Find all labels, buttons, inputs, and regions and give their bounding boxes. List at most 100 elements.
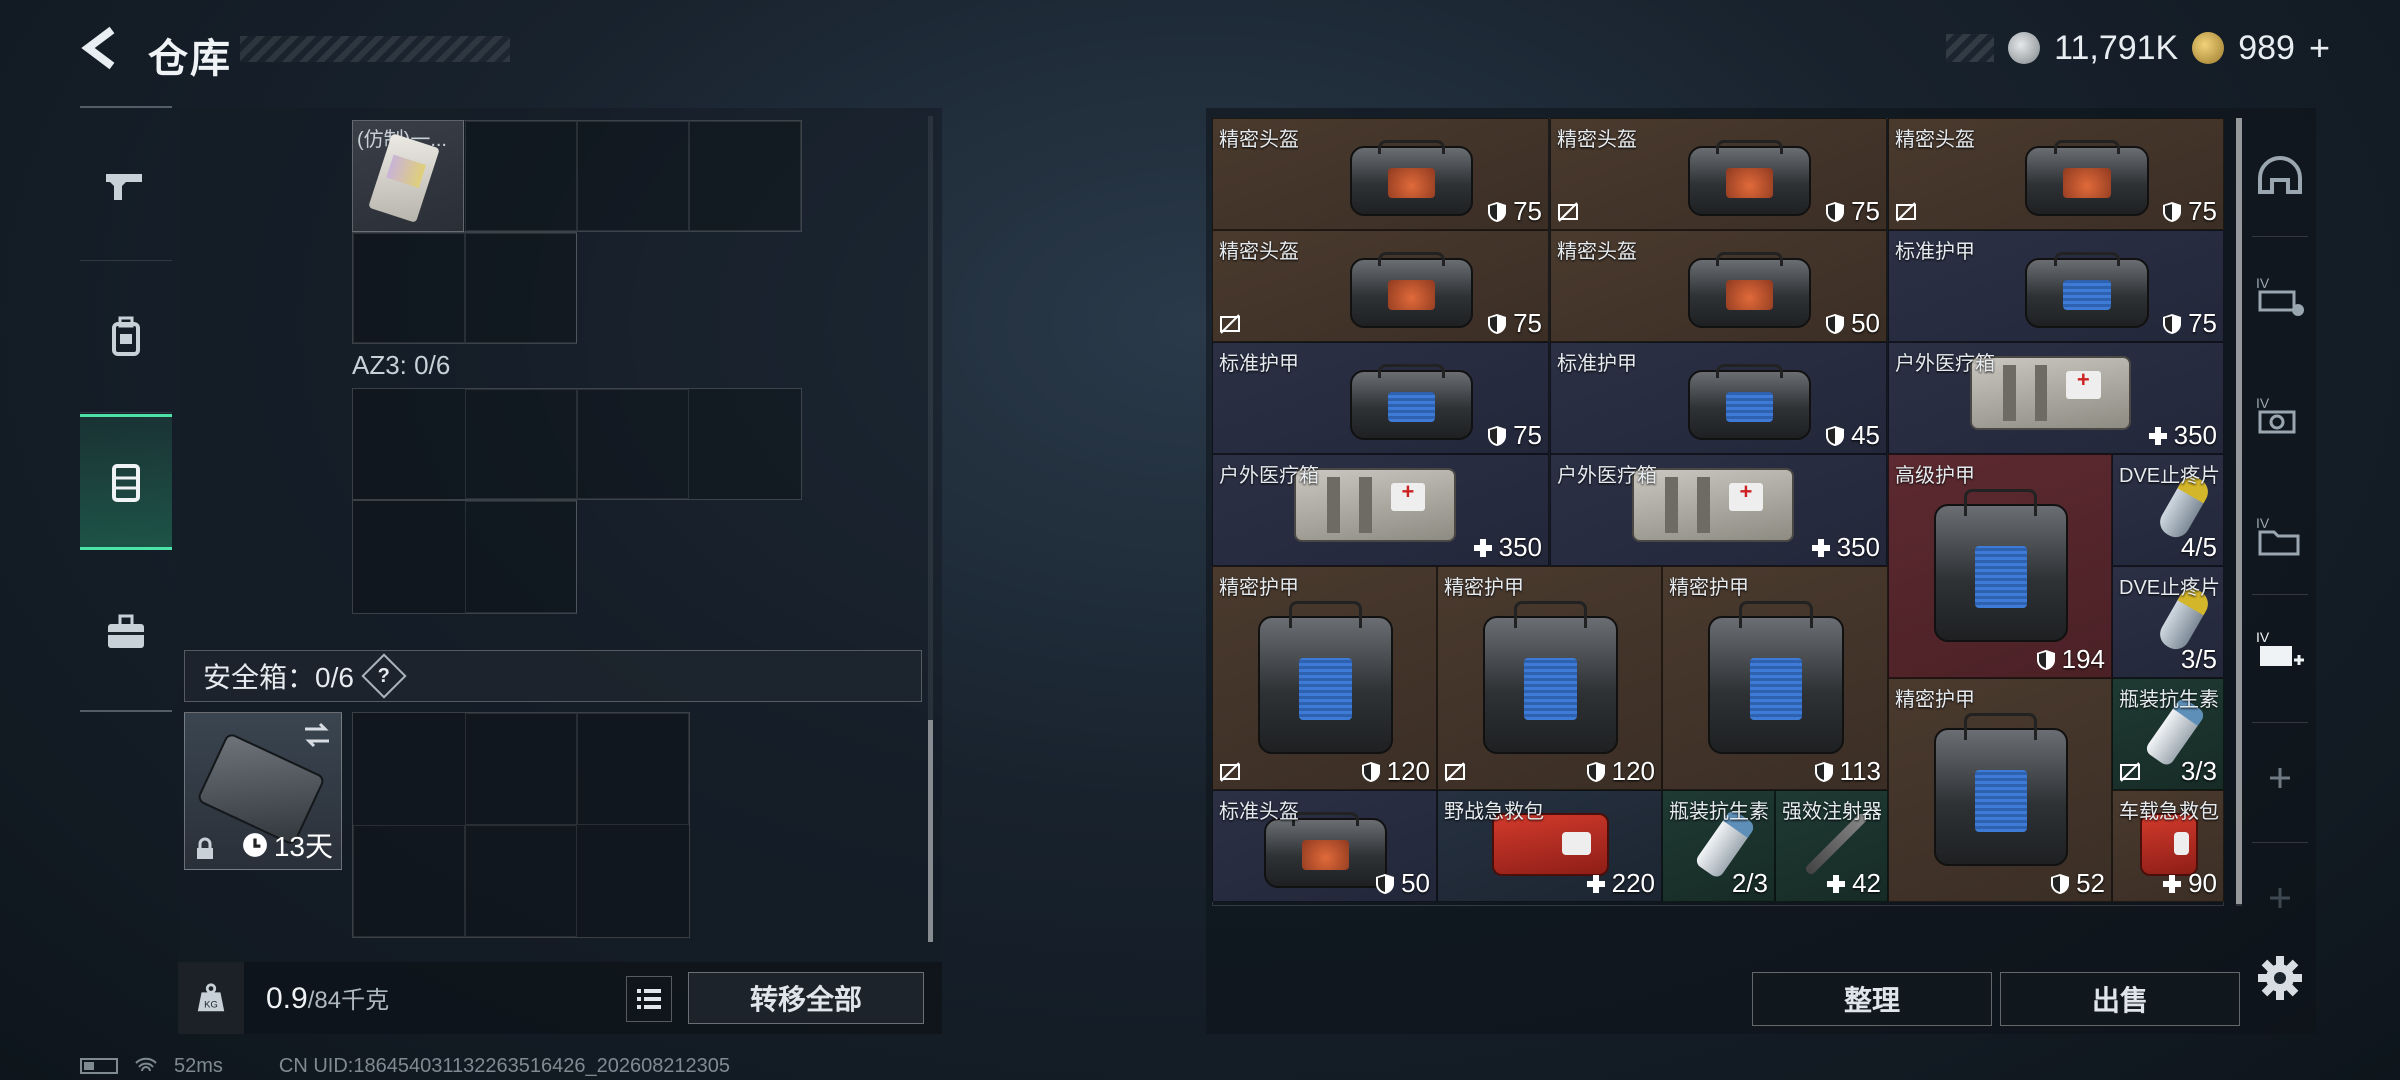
plus-icon — [2270, 888, 2290, 908]
top-bar: 仓库 11,791K 989 + — [0, 0, 2400, 100]
currency-decoration — [1946, 34, 1995, 62]
sell-button[interactable]: 出售 — [2000, 972, 2240, 1026]
gear-icon — [2258, 956, 2302, 1000]
stash-item[interactable]: 车载急救包 90 — [2112, 790, 2224, 902]
safe-box-item[interactable]: 13天 — [184, 712, 342, 870]
transfer-all-button[interactable]: 转移全部 — [688, 972, 924, 1024]
ping-text: 52ms — [174, 1054, 223, 1077]
add-currency-button[interactable]: + — [2309, 27, 2330, 69]
item-name: 精密头盔 — [1219, 241, 1299, 263]
stash-item[interactable]: 精密护甲 113 — [1662, 566, 1888, 790]
stash-item[interactable]: 强效注射器 42 — [1775, 790, 1888, 902]
tab-gear[interactable] — [80, 268, 172, 404]
inventory-scroll-thumb[interactable] — [928, 720, 933, 942]
status-bar: 52ms CN UID:18645403113226351​6426_20260… — [80, 1054, 730, 1078]
stash-item[interactable]: 标准护甲 45 — [1550, 342, 1887, 454]
settings-button[interactable] — [2254, 952, 2306, 1004]
filter-helmet-tab[interactable] — [2244, 128, 2316, 228]
stash-item[interactable]: 精密护甲 120 — [1437, 566, 1662, 790]
durability-icon — [1586, 761, 1605, 782]
svg-text:IV: IV — [2256, 275, 2270, 291]
safe-box-header: 安全箱：0/6 ? — [184, 650, 922, 702]
stash-item[interactable]: 精密头盔 75 — [1212, 118, 1549, 230]
stash-item[interactable]: 标准护甲 75 — [1212, 342, 1549, 454]
stash-item[interactable]: 户外医疗箱 350 — [1888, 342, 2224, 454]
stash-item[interactable]: 瓶装抗生素 2/3 — [1662, 790, 1775, 902]
item-value: 194 — [2035, 644, 2105, 675]
silver-amount: 11,791K — [2054, 28, 2179, 67]
briefcase-icon — [108, 614, 144, 648]
item-value: 3/5 — [2180, 644, 2217, 674]
no-insure-icon — [1219, 761, 1241, 783]
help-icon[interactable]: ? — [361, 653, 407, 699]
plus-icon — [2270, 768, 2290, 788]
item-name: 精密护甲 — [1669, 577, 1749, 599]
stash-item[interactable]: DVE止疼片 4/5 — [2112, 454, 2224, 566]
backpack-icon — [112, 316, 140, 356]
item-value: 75 — [2161, 196, 2217, 227]
add-filter-button[interactable] — [2244, 728, 2316, 828]
stash-item[interactable]: 精密护甲 52 — [1888, 678, 2112, 902]
container-icon — [112, 464, 140, 502]
durability-icon — [2163, 201, 2182, 222]
title-decoration — [240, 36, 510, 62]
stash-item[interactable]: 精密护甲 120 — [1212, 566, 1437, 790]
filter-ammo-tab[interactable]: IV — [2244, 368, 2316, 468]
stash-item[interactable]: 野战急救包 220 — [1437, 790, 1662, 902]
gold-amount: 989 — [2238, 28, 2295, 67]
no-insure-icon — [1444, 761, 1466, 783]
durability-icon — [2051, 873, 2070, 894]
stash-item[interactable]: 高级护甲 194 — [1888, 454, 2112, 678]
folder-icon: IV — [2256, 515, 2300, 556]
durability-icon — [1488, 201, 1507, 222]
stash-item[interactable]: 户外医疗箱 350 — [1550, 454, 1887, 566]
list-icon — [637, 989, 661, 1009]
filter-container-tab[interactable]: IV — [2244, 488, 2316, 588]
stash-item[interactable]: 精密头盔 75 — [1212, 230, 1549, 342]
sort-button[interactable]: 整理 — [1752, 972, 1992, 1026]
stash-item[interactable]: DVE止疼片 3/5 — [2112, 566, 2224, 678]
filter-armor-tab[interactable]: IV — [2244, 248, 2316, 348]
add-filter-button-2[interactable] — [2244, 848, 2316, 948]
no-insure-icon — [1557, 201, 1579, 223]
item-name: 户外医疗箱 — [1219, 465, 1319, 487]
item-value: 120 — [1360, 756, 1430, 787]
stash-scroll-thumb[interactable] — [2236, 118, 2242, 904]
durability-icon — [1814, 761, 1833, 782]
stash-item[interactable]: 标准护甲 75 — [1888, 230, 2224, 342]
durability-icon — [1376, 873, 1395, 894]
stash-item[interactable]: 户外医疗箱 350 — [1212, 454, 1549, 566]
tab-cases[interactable] — [80, 564, 172, 700]
filter-medical-tab[interactable]: IV — [2244, 602, 2316, 702]
item-value: 3/3 — [2180, 756, 2217, 786]
item-name: 瓶装抗生素 — [1669, 801, 1769, 823]
item-value: 350 — [1472, 532, 1542, 563]
inventory-item-replica[interactable]: (仿制)一... — [352, 120, 464, 232]
az3-grid-bottom[interactable] — [352, 500, 577, 614]
item-name: 精密头盔 — [1895, 129, 1975, 151]
tab-weapons[interactable] — [80, 116, 172, 252]
stash-item[interactable]: 标准头盔 50 — [1212, 790, 1437, 902]
helmet-image — [1263, 812, 1388, 888]
container-grid-lower[interactable] — [352, 232, 577, 344]
back-button[interactable] — [78, 24, 122, 72]
tab-storage[interactable] — [80, 414, 172, 550]
safe-box-grid[interactable] — [352, 712, 690, 938]
stash-item[interactable]: 精密头盔 50 — [1550, 230, 1887, 342]
item-value: 75 — [1486, 196, 1542, 227]
item-name: 标准护甲 — [1219, 353, 1299, 375]
stash-item[interactable]: 精密头盔 75 — [1550, 118, 1887, 230]
item-name: 精密头盔 — [1557, 129, 1637, 151]
durability-icon — [2036, 649, 2055, 670]
stash-item[interactable]: 精密头盔 75 — [1888, 118, 2224, 230]
stash-item[interactable]: 瓶装抗生素 3/3 — [2112, 678, 2224, 790]
list-view-button[interactable] — [626, 976, 672, 1022]
left-nav — [80, 106, 172, 712]
heal-icon — [1827, 874, 1846, 893]
helmet-image — [1687, 252, 1812, 328]
az3-grid-top[interactable] — [352, 388, 802, 500]
helmet-icon — [2258, 156, 2302, 194]
back-arrow-icon — [81, 26, 115, 70]
durability-icon — [1826, 201, 1845, 222]
helmet-image — [2025, 140, 2149, 216]
